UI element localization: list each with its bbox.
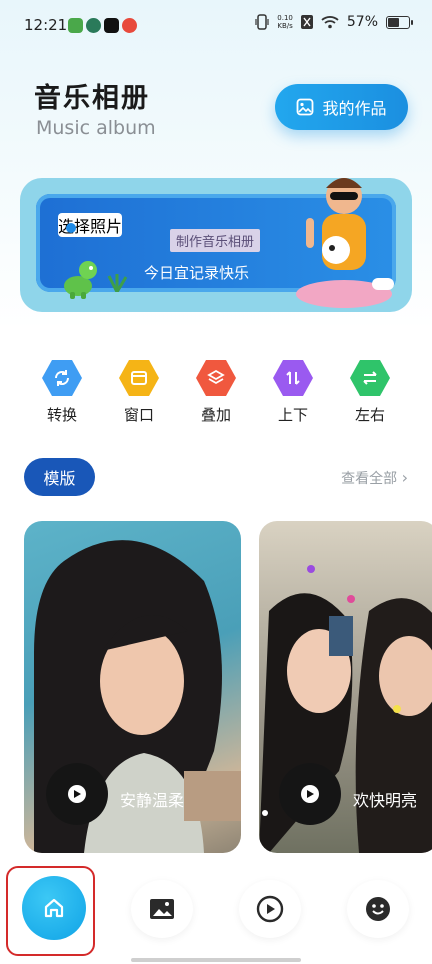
category-window[interactable]: 窗口 (109, 358, 169, 425)
vibrate-icon (255, 14, 269, 30)
tiktok-icon (104, 18, 119, 33)
status-right: 0.10 KB/s 57% (255, 14, 413, 30)
gallery-icon (150, 899, 174, 919)
plant-illustration (107, 274, 128, 292)
nav-play-button[interactable] (239, 880, 301, 938)
dot-icon (66, 223, 76, 233)
network-speed: 0.10 KB/s (277, 14, 293, 30)
gesture-bar (131, 958, 301, 962)
highlight-box (6, 866, 95, 956)
battery-icon (386, 15, 413, 29)
play-circle-icon (256, 895, 284, 923)
page-subtitle: Music album (36, 117, 156, 139)
dinosaur-illustration (64, 261, 97, 299)
category-label: 转换 (46, 406, 77, 424)
battery-percent: 57% (346, 14, 378, 30)
category-label: 窗口 (123, 406, 154, 424)
nav-profile-button[interactable] (347, 880, 409, 938)
page-title: 音乐相册 (34, 83, 150, 114)
template-name: 安静温柔 (120, 791, 185, 810)
my-works-button[interactable]: 我的作品 (275, 84, 408, 130)
notification-icon (86, 18, 101, 33)
view-all-label: 查看全部 (341, 471, 398, 487)
make-album-label: 制作音乐相册 (170, 229, 261, 252)
category-convert[interactable]: 转换 (32, 358, 92, 425)
my-works-label: 我的作品 (322, 99, 387, 118)
left-right-icon (350, 360, 390, 396)
play-icon (68, 785, 86, 803)
nav-gallery-button[interactable] (131, 880, 193, 938)
template-card[interactable]: 欢快明亮 (259, 521, 432, 853)
templates-tag[interactable]: 模版 (24, 458, 95, 496)
category-up-down[interactable]: 上下 (263, 358, 323, 425)
status-time: 12:21 (24, 16, 68, 34)
play-button[interactable] (279, 763, 341, 825)
category-label: 叠加 (200, 406, 231, 424)
template-card[interactable]: 安静温柔 (24, 521, 241, 853)
banner-tagline: 今日宜记录快乐 (144, 264, 250, 282)
image-icon (297, 98, 314, 116)
character-illustration (296, 178, 394, 308)
category-label: 上下 (277, 406, 308, 424)
layers-icon (196, 360, 236, 396)
category-label: 左右 (354, 406, 385, 424)
window-icon (119, 360, 159, 396)
notification-icon (68, 18, 83, 33)
view-all-link[interactable]: 查看全部 › (341, 468, 408, 488)
weibo-icon (122, 18, 137, 33)
refresh-icon (42, 360, 82, 396)
wifi-icon (321, 16, 339, 29)
play-button[interactable] (46, 763, 108, 825)
status-bar: 12:21 0.10 KB/s 57% (0, 0, 432, 52)
x-app-icon (300, 15, 313, 29)
chevron-right-icon: › (401, 468, 408, 487)
play-icon (301, 785, 319, 803)
category-overlay[interactable]: 叠加 (186, 358, 246, 425)
category-left-right[interactable]: 左右 (340, 358, 400, 425)
smile-icon (366, 897, 390, 921)
up-down-icon (273, 360, 313, 396)
select-photos-chip: 选择照片 (58, 213, 123, 237)
template-name: 欢快明亮 (353, 791, 418, 810)
